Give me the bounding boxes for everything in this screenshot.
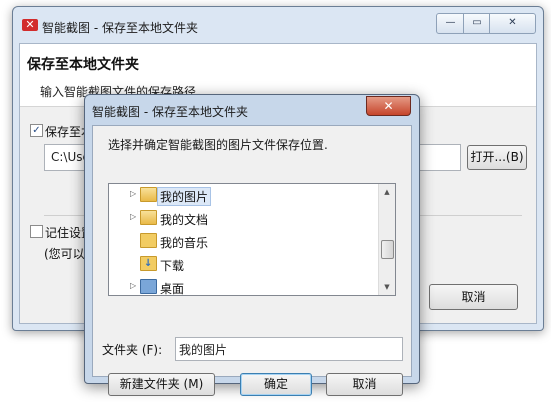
folder-field-label: 文件夹 (F): xyxy=(102,343,163,357)
page-title: 保存至本地文件夹 xyxy=(27,57,139,73)
dialog-cancel-button[interactable]: 取消 xyxy=(326,373,403,396)
tree-item-label: 我的图片 xyxy=(156,187,212,206)
scroll-up-arrow-icon[interactable]: ▲ xyxy=(379,184,395,200)
dialog-title: 智能截图 - 保存至本地文件夹 xyxy=(92,105,248,119)
tree-item-my-music[interactable]: 我的音乐 xyxy=(109,231,374,251)
tree-item-downloads[interactable]: ↓ 下载 xyxy=(109,254,374,274)
minimize-button[interactable]: — xyxy=(436,13,465,34)
scroll-thumb[interactable] xyxy=(381,240,394,259)
desktop-folder-icon xyxy=(140,279,157,294)
ok-button[interactable]: 确定 xyxy=(240,373,312,396)
tree-item-label: 我的音乐 xyxy=(160,236,209,250)
close-button[interactable]: ✕ xyxy=(489,13,536,34)
app-logo-icon: ✕ xyxy=(22,19,38,31)
dialog-client-area: 选择并确定智能截图的图片文件保存位置. ▷ 我的图片 ▷ 我的文档 我的音乐 ↓… xyxy=(92,125,412,396)
cancel-button[interactable]: 取消 xyxy=(429,284,518,310)
tree-item-my-documents[interactable]: ▷ 我的文档 xyxy=(109,208,374,228)
tree-item-label: 我的文档 xyxy=(160,213,209,227)
maximize-button[interactable]: ▭ xyxy=(463,13,491,34)
download-arrow-icon: ↓ xyxy=(144,258,153,269)
folder-name-value: 我的图片 xyxy=(179,343,228,357)
folder-name-input[interactable]: 我的图片 xyxy=(175,337,403,361)
dialog-close-button[interactable]: ✕ xyxy=(366,96,411,116)
browse-folder-dialog: 智能截图 - 保存至本地文件夹 ✕ 选择并确定智能截图的图片文件保存位置. ▷ … xyxy=(84,94,420,396)
music-folder-icon xyxy=(140,233,157,248)
tree-item-my-pictures[interactable]: ▷ 我的图片 xyxy=(109,185,374,206)
expand-arrow-icon[interactable]: ▷ xyxy=(130,189,136,198)
expand-arrow-icon[interactable]: ▷ xyxy=(130,281,136,290)
hint-text: (您可以 xyxy=(44,247,85,261)
tree-scrollbar[interactable]: ▲ ▼ xyxy=(378,184,395,295)
save-local-checkbox[interactable]: ✓ xyxy=(30,124,43,137)
window-title: 智能截图 - 保存至本地文件夹 xyxy=(42,21,198,35)
tree-item-label: 下载 xyxy=(160,259,185,273)
browse-button[interactable]: 打开...(B) xyxy=(467,145,527,170)
folder-tree[interactable]: ▷ 我的图片 ▷ 我的文档 我的音乐 ↓ 下载 ▷ 桌面 ▲ ▼ xyxy=(108,183,396,296)
expand-arrow-icon[interactable]: ▷ xyxy=(130,212,136,221)
documents-folder-icon xyxy=(140,210,157,225)
tree-item-label: 桌面 xyxy=(160,282,185,296)
remember-settings-checkbox[interactable] xyxy=(30,225,43,238)
title-bar[interactable]: ✕ 智能截图 - 保存至本地文件夹 — ▭ ✕ xyxy=(13,7,543,43)
tree-item-desktop[interactable]: ▷ 桌面 xyxy=(109,277,374,296)
scroll-down-arrow-icon[interactable]: ▼ xyxy=(379,279,395,295)
pictures-folder-icon xyxy=(140,187,157,202)
dialog-instruction: 选择并确定智能截图的图片文件保存位置. xyxy=(108,138,328,152)
new-folder-button[interactable]: 新建文件夹 (M) xyxy=(108,373,215,396)
